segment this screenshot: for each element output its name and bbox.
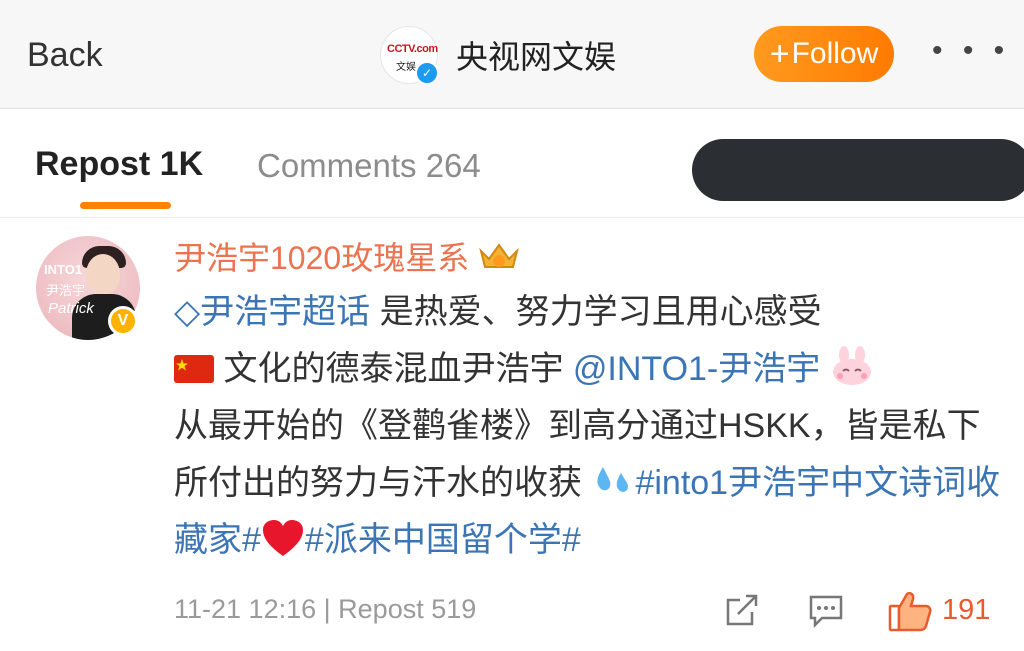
tab-bar: Repost 1K Comments 264 <box>0 109 1024 218</box>
timestamp: 11-21 12:16 <box>174 594 317 624</box>
mention-link[interactable]: @INTO1-尹浩宇 <box>573 350 820 388</box>
back-button[interactable]: Back <box>27 36 103 75</box>
follow-button[interactable]: + Follow <box>754 26 894 82</box>
account-header[interactable]: CCTV.com 文娱 ✓ 央视网文娱 <box>380 26 616 85</box>
tab-comments[interactable]: Comments 264 <box>257 147 481 185</box>
bunny-emoji-icon <box>832 346 871 385</box>
repost-count[interactable]: Repost 519 <box>338 594 476 624</box>
logo-text-top: CCTV.com <box>387 43 438 55</box>
share-icon[interactable] <box>724 594 760 628</box>
heart-emoji-icon <box>262 520 303 556</box>
tab-repost[interactable]: Repost 1K <box>35 145 203 184</box>
follow-label: Follow <box>791 37 879 70</box>
post-text-2: 文化的德泰混血尹浩宇 <box>214 350 573 388</box>
top-nav-bar: Back CCTV.com 文娱 ✓ 央视网文娱 + Follow • • • <box>0 0 1024 109</box>
user-row: 尹浩宇1020玫瑰星系 <box>174 236 521 276</box>
like-count[interactable]: 191 <box>942 594 990 627</box>
more-options-button[interactable]: • • • <box>932 34 1010 68</box>
logo-text-bottom: 文娱 <box>396 62 416 73</box>
hashtag-2[interactable]: #派来中国留个学# <box>305 521 581 559</box>
diamond-topic-icon: ◇ <box>174 293 201 331</box>
thumbs-up-icon[interactable] <box>888 590 932 632</box>
username[interactable]: 尹浩宇1020玫瑰星系 <box>174 233 469 279</box>
repost-item: INTO1 尹浩宇 Patrick V 尹浩宇1020玫瑰星系 ◇尹浩宇超话 是… <box>0 218 1024 651</box>
account-name[interactable]: 央视网文娱 <box>456 32 616 78</box>
post-body: ◇尹浩宇超话 是热爱、努力学习且用心感受 文化的德泰混血尹浩宇 @INTO1-尹… <box>174 284 1004 569</box>
avatar-text-signature: Patrick <box>48 300 94 317</box>
china-flag-icon <box>174 355 214 383</box>
crown-badge-icon <box>479 243 520 268</box>
post-meta: 11-21 12:16 | Repost 519 <box>174 594 476 625</box>
verified-icon: ✓ <box>415 61 439 85</box>
comment-icon[interactable] <box>808 594 844 628</box>
plus-icon: + <box>769 34 790 73</box>
topic-link[interactable]: ◇尹浩宇超话 <box>174 293 370 331</box>
active-tab-indicator <box>80 202 171 209</box>
redacted-area <box>692 139 1024 201</box>
account-logo[interactable]: CCTV.com 文娱 ✓ <box>380 26 439 85</box>
meta-separator: | <box>323 594 331 624</box>
verified-icon: V <box>108 306 138 336</box>
topic-link-label: 尹浩宇超话 <box>200 293 371 331</box>
avatar-text-into1: INTO1 <box>44 262 83 277</box>
post-text-1: 是热爱、努力学习且用心感受 <box>370 293 822 331</box>
avatar-text-name: 尹浩宇 <box>46 283 86 298</box>
sweat-drops-emoji-icon <box>597 467 629 492</box>
avatar-face <box>86 254 120 294</box>
